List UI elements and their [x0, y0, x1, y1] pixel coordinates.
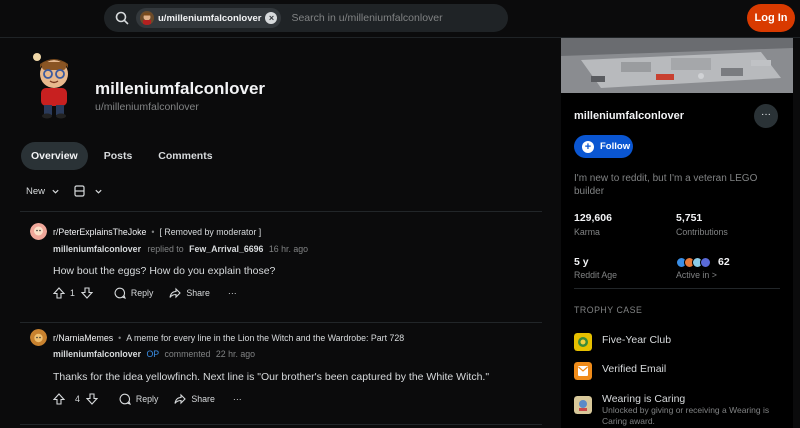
reply-button[interactable]: Reply — [114, 287, 154, 299]
profile-display-name: milleniumfalconlover — [95, 79, 266, 98]
vote-count: 4 — [75, 394, 80, 404]
share-label: Share — [191, 394, 215, 404]
trophy-item: Five-Year Club — [574, 333, 672, 351]
trophy-item: Verified Email — [574, 362, 667, 380]
trophy-item: Wearing is Caring Unlocked by giving or … — [574, 393, 778, 427]
profile-avatar — [26, 48, 82, 120]
trophy-description: Unlocked by giving or receiving a Wearin… — [602, 405, 770, 426]
reddit-age-value: 5 y — [574, 256, 589, 268]
login-button[interactable]: Log In — [747, 4, 795, 32]
sidebar-username: milleniumfalconlover — [574, 110, 685, 122]
share-label: Share — [186, 288, 210, 298]
wearing-is-caring-icon — [574, 396, 592, 414]
divider — [20, 211, 542, 212]
share-button[interactable]: Share — [174, 393, 215, 405]
plus-icon: + — [582, 140, 594, 153]
tab-comments[interactable]: Comments — [148, 142, 222, 170]
comment-meta: milleniumfalconlover replied to Few_Arri… — [53, 244, 308, 254]
post-meta: r/NarniaMemes • A meme for every line in… — [30, 329, 404, 346]
trophy-name: Verified Email — [602, 363, 667, 375]
karma-value: 129,606 — [574, 212, 612, 224]
comment-icon — [114, 287, 126, 299]
reply-button[interactable]: Reply — [119, 393, 159, 405]
reply-label: Reply — [135, 394, 159, 404]
op-badge: OP — [146, 349, 160, 359]
downvote-icon[interactable] — [85, 393, 98, 405]
active-in-count: 62 — [718, 256, 730, 268]
profile-bio: I'm new to reddit, but I'm a veteran LEG… — [574, 173, 758, 197]
search-scope-label: u/milleniumfalconlover — [158, 12, 262, 24]
downvote-icon[interactable] — [80, 287, 93, 299]
top-bar: u/milleniumfalconlover × Search in u/mil… — [0, 0, 800, 38]
share-button[interactable]: Share — [169, 287, 210, 299]
contributions-label: Contributions — [676, 227, 728, 237]
active-in-link[interactable]: Active in > — [676, 270, 717, 280]
meta-bullet: • — [118, 332, 122, 343]
meta-bullet: • — [151, 226, 155, 237]
subreddit-icon — [30, 329, 47, 346]
five-year-club-icon — [574, 333, 592, 351]
sort-dropdown[interactable]: New — [26, 186, 45, 197]
contributions-value: 5,751 — [676, 212, 703, 224]
share-icon — [169, 287, 182, 299]
search-input[interactable]: Search in u/milleniumfalconlover — [291, 12, 442, 24]
author-link[interactable]: milleniumfalconlover — [53, 244, 141, 254]
follow-label: Follow — [600, 141, 631, 152]
more-options-button[interactable]: ··· — [228, 288, 237, 298]
comment-body: Thanks for the idea yellowfinch. Next li… — [53, 371, 490, 383]
comment-meta: milleniumfalconlover OP commented 22 hr.… — [53, 349, 255, 359]
divider — [574, 288, 780, 289]
trophy-case-heading: TROPHY CASE — [574, 305, 643, 315]
vote-count: 1 — [70, 288, 75, 298]
profile-username: u/milleniumfalconlover — [95, 101, 199, 113]
karma-label: Karma — [574, 227, 600, 237]
profile-tabs: Overview Posts Comments — [21, 142, 229, 170]
share-icon — [174, 393, 187, 405]
chevron-down-icon[interactable] — [94, 187, 103, 196]
user-avatar-small — [140, 11, 154, 25]
upvote-icon[interactable] — [53, 393, 65, 405]
author-link[interactable]: milleniumfalconlover — [53, 349, 141, 359]
comment-icon — [119, 393, 131, 405]
action-text: replied to — [147, 244, 184, 254]
chevron-down-icon[interactable] — [51, 187, 60, 196]
post-title[interactable]: [ Removed by moderator ] — [159, 227, 261, 237]
post-title[interactable]: A meme for every line in the Lion the Wi… — [126, 333, 404, 343]
tab-posts[interactable]: Posts — [94, 142, 143, 170]
timestamp: 22 hr. ago — [215, 349, 256, 359]
profile-sidebar: milleniumfalconlover ··· + Follow I'm ne… — [561, 38, 793, 428]
search-scope-chip[interactable]: u/milleniumfalconlover × — [136, 8, 282, 28]
trophy-name: Wearing is Caring — [602, 393, 686, 405]
trophy-name: Five-Year Club — [602, 334, 672, 346]
follow-button[interactable]: + Follow — [574, 135, 633, 158]
view-layout-icon[interactable] — [74, 185, 88, 197]
vote-controls: 1 — [53, 287, 98, 299]
comment-body: How bout the eggs? How do you explain th… — [53, 265, 276, 277]
more-options-button[interactable]: ··· — [754, 104, 778, 128]
divider — [20, 322, 542, 323]
post-meta: r/PeterExplainsTheJoke • [ Removed by mo… — [30, 223, 261, 240]
sort-bar: New — [26, 185, 103, 197]
divider — [20, 424, 542, 425]
verified-email-icon — [574, 362, 592, 380]
upvote-icon[interactable] — [53, 287, 65, 299]
active-communities-icons[interactable]: 62 — [676, 256, 730, 268]
comment-actions: 4 Reply Share ··· — [53, 393, 242, 405]
subreddit-link[interactable]: r/PeterExplainsTheJoke — [53, 227, 146, 237]
action-text: commented — [164, 349, 211, 359]
tab-overview[interactable]: Overview — [21, 142, 88, 170]
subreddit-link[interactable]: r/NarniaMemes — [53, 333, 113, 343]
profile-banner-image — [561, 38, 793, 93]
timestamp: 16 hr. ago — [268, 244, 309, 254]
subreddit-icon — [30, 223, 47, 240]
reply-label: Reply — [130, 288, 154, 298]
comment-actions: 1 Reply Share ··· — [53, 287, 237, 299]
vote-controls: 4 — [53, 393, 103, 405]
more-options-button[interactable]: ··· — [233, 394, 242, 404]
search-bar[interactable]: u/milleniumfalconlover × Search in u/mil… — [104, 4, 508, 32]
clear-scope-icon[interactable]: × — [265, 12, 278, 24]
search-icon — [115, 11, 129, 25]
reddit-age-label: Reddit Age — [574, 270, 618, 280]
reply-target-link[interactable]: Few_Arrival_6696 — [189, 244, 263, 254]
